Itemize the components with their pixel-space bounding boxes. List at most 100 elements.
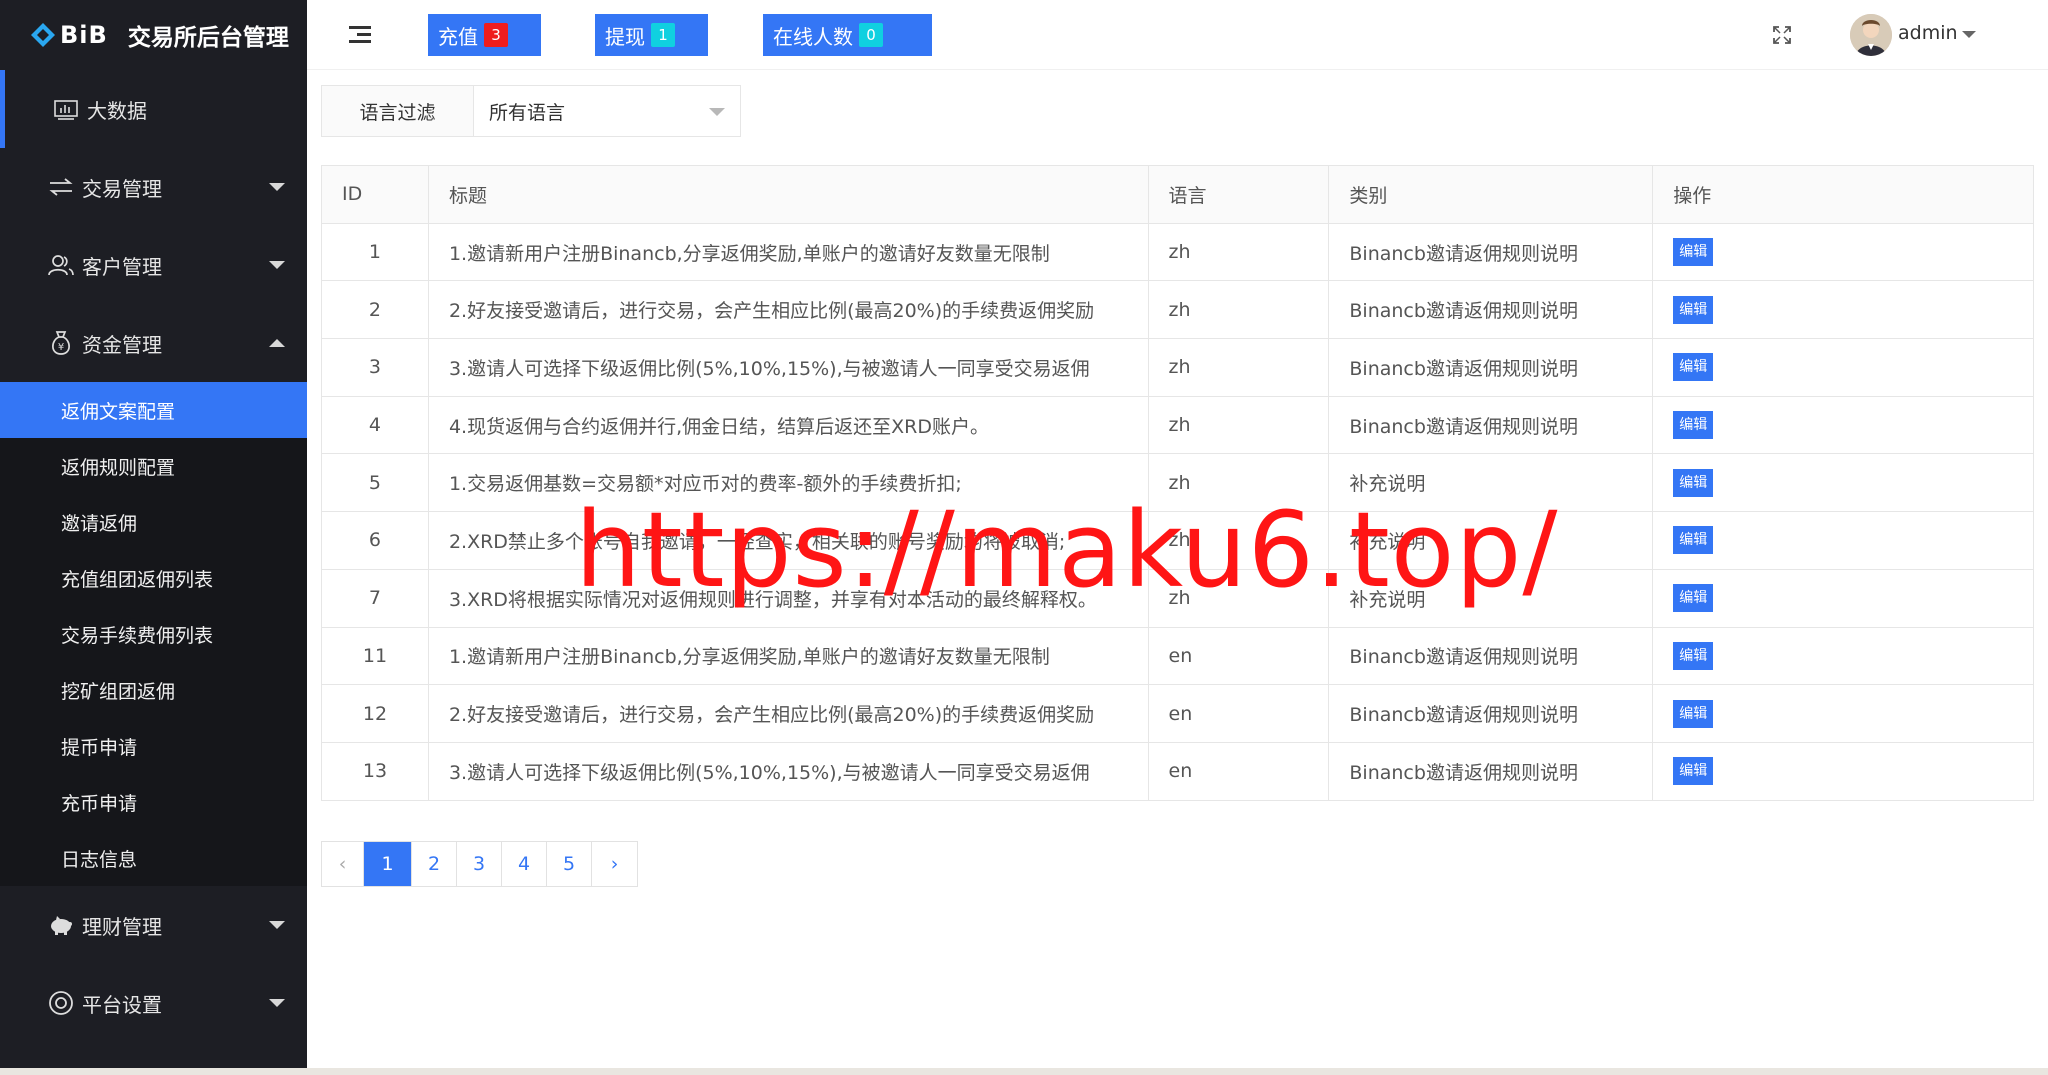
user-menu-chevron-icon[interactable] <box>1962 31 1976 38</box>
deposit-button[interactable]: 充值 3 <box>428 14 541 56</box>
cell-language: zh <box>1147 222 1330 282</box>
chevron-down-icon <box>269 183 285 191</box>
sidebar-group-funds[interactable]: ¥ 资金管理 <box>0 304 307 382</box>
pagination-page-4[interactable]: 4 <box>502 842 547 886</box>
col-header-category: 类别 <box>1328 165 1654 224</box>
sidebar-group-platform-settings[interactable]: 平台设置 <box>0 964 307 1042</box>
sidebar-item-invite-rebate[interactable]: 邀请返佣 <box>0 494 307 550</box>
pagination-page-5[interactable]: 5 <box>547 842 592 886</box>
edit-button[interactable]: 编辑 <box>1673 526 1714 555</box>
cell-id: 4 <box>321 395 429 455</box>
sidebar-item-big-data[interactable]: 大数据 <box>0 70 307 148</box>
edit-button[interactable]: 编辑 <box>1673 295 1714 324</box>
sidebar-item-deposit-request[interactable]: 充币申请 <box>0 774 307 830</box>
cell-actions: 编辑 <box>1652 222 2034 282</box>
sidebar-group-label: 平台设置 <box>82 992 162 1017</box>
sidebar-item-trade-fee-rebate[interactable]: 交易手续费佣列表 <box>0 606 307 662</box>
pagination-page-2[interactable]: 2 <box>412 842 457 886</box>
cell-title: 4.现货返佣与合约返佣并行,佣金日结，结算后返还至XRD账户。 <box>427 395 1149 455</box>
cell-actions: 编辑 <box>1652 568 2034 628</box>
sidebar-group-customers[interactable]: 客户管理 <box>0 226 307 304</box>
online-users-label: 在线人数 <box>773 24 853 49</box>
sidebar-item-deposit-group-rebate[interactable]: 充值组团返佣列表 <box>0 550 307 606</box>
cell-category: Binancb邀请返佣规则说明 <box>1328 684 1654 743</box>
edit-button[interactable]: 编辑 <box>1673 699 1714 728</box>
cell-actions: 编辑 <box>1652 395 2034 455</box>
withdraw-button-label: 提现 <box>605 24 645 49</box>
cell-title: 2.好友接受邀请后，进行交易，会产生相应比例(最高20%)的手续费返佣奖励 <box>427 684 1149 743</box>
sidebar-item-mining-group-rebate[interactable]: 挖矿组团返佣 <box>0 662 307 718</box>
sidebar: BiB 交易所后台管理 大数据 交易管理 客户管理 ¥ 资金管理 返佣文案配置 … <box>0 0 307 1075</box>
cell-actions: 编辑 <box>1652 338 2034 397</box>
logo[interactable]: BiB 交易所后台管理 <box>0 0 307 70</box>
cell-actions: 编辑 <box>1652 280 2034 340</box>
table-row: 12 2.好友接受邀请后，进行交易，会产生相应比例(最高20%)的手续费返佣奖励… <box>321 684 2034 743</box>
cell-title: 1.邀请新用户注册Binancb,分享返佣奖励,单账户的邀请好友数量无限制 <box>427 626 1149 686</box>
cell-id: 5 <box>321 453 429 513</box>
logo-diamond-icon <box>31 23 55 47</box>
monitor-chart-icon <box>53 96 79 122</box>
sidebar-item-rebate-copy-config[interactable]: 返佣文案配置 <box>0 382 307 438</box>
logo-text: BiB <box>60 21 108 49</box>
table-row: 3 3.邀请人可选择下级返佣比例(5%,10%,15%),与被邀请人一同享受交易… <box>321 338 2034 397</box>
col-header-title: 标题 <box>427 165 1149 224</box>
edit-button[interactable]: 编辑 <box>1673 641 1714 670</box>
cell-language: en <box>1147 626 1330 686</box>
cell-category: Binancb邀请返佣规则说明 <box>1328 222 1654 282</box>
sidebar-item-log-info[interactable]: 日志信息 <box>0 830 307 886</box>
cell-actions: 编辑 <box>1652 684 2034 743</box>
cell-category: Binancb邀请返佣规则说明 <box>1328 338 1654 397</box>
edit-button[interactable]: 编辑 <box>1673 757 1714 786</box>
online-users-button[interactable]: 在线人数 0 <box>763 14 932 56</box>
pagination-prev-button[interactable]: ‹ <box>322 842 364 886</box>
edit-button[interactable]: 编辑 <box>1673 468 1714 497</box>
sidebar-group-wealth[interactable]: 理财管理 <box>0 886 307 964</box>
cell-category: Binancb邀请返佣规则说明 <box>1328 395 1654 455</box>
table-row: 11 1.邀请新用户注册Binancb,分享返佣奖励,单账户的邀请好友数量无限制… <box>321 626 2034 686</box>
cell-category: Binancb邀请返佣规则说明 <box>1328 280 1654 340</box>
language-select[interactable]: 所有语言 <box>474 86 740 136</box>
cell-id: 2 <box>321 280 429 340</box>
col-header-actions: 操作 <box>1652 165 2034 224</box>
cell-id: 7 <box>321 568 429 628</box>
rebate-copy-table: ID 标题 语言 类别 操作 1 1.邀请新用户注册Binancb,分享返佣奖励… <box>321 165 2034 801</box>
sidebar-item-rebate-rule-config[interactable]: 返佣规则配置 <box>0 438 307 494</box>
chevron-down-icon <box>269 261 285 269</box>
pagination-next-button[interactable]: › <box>592 842 637 886</box>
cell-id: 1 <box>321 222 429 282</box>
piggy-bank-icon <box>48 912 74 938</box>
cell-category: Binancb邀请返佣规则说明 <box>1328 626 1654 686</box>
pagination-page-1[interactable]: 1 <box>364 842 412 886</box>
sidebar-item-withdraw-request[interactable]: 提币申请 <box>0 718 307 774</box>
cell-actions: 编辑 <box>1652 626 2034 686</box>
app-title: 交易所后台管理 <box>127 25 289 51</box>
edit-button[interactable]: 编辑 <box>1673 353 1714 382</box>
admin-username[interactable]: admin <box>1898 22 1958 44</box>
cell-actions: 编辑 <box>1652 511 2034 570</box>
edit-button[interactable]: 编辑 <box>1673 584 1714 613</box>
edit-button[interactable]: 编辑 <box>1673 238 1714 267</box>
table-row: 4 4.现货返佣与合约返佣并行,佣金日结，结算后返还至XRD账户。 zh Bin… <box>321 395 2034 455</box>
deposit-button-label: 充值 <box>438 24 478 49</box>
sidebar-group-trade[interactable]: 交易管理 <box>0 148 307 226</box>
edit-button[interactable]: 编辑 <box>1673 411 1714 440</box>
cell-category: Binancb邀请返佣规则说明 <box>1328 741 1654 801</box>
table-row: 2 2.好友接受邀请后，进行交易，会产生相应比例(最高20%)的手续费返佣奖励 … <box>321 280 2034 340</box>
cell-id: 6 <box>321 511 429 570</box>
chevron-up-icon <box>269 339 285 347</box>
menu-toggle-icon[interactable] <box>349 26 371 44</box>
avatar[interactable] <box>1850 14 1892 56</box>
fullscreen-icon[interactable] <box>1772 25 1792 45</box>
cell-language: zh <box>1147 338 1330 397</box>
table-row: 1 1.邀请新用户注册Binancb,分享返佣奖励,单账户的邀请好友数量无限制 … <box>321 222 2034 282</box>
cell-id: 11 <box>321 626 429 686</box>
cell-language: zh <box>1147 395 1330 455</box>
col-header-id: ID <box>321 165 429 224</box>
cell-title: 2.好友接受邀请后，进行交易，会产生相应比例(最高20%)的手续费返佣奖励 <box>427 280 1149 340</box>
cell-language: zh <box>1147 280 1330 340</box>
cell-language: en <box>1147 741 1330 801</box>
cell-title: 1.邀请新用户注册Binancb,分享返佣奖励,单账户的邀请好友数量无限制 <box>427 222 1149 282</box>
cell-id: 3 <box>321 338 429 397</box>
withdraw-button[interactable]: 提现 1 <box>595 14 708 56</box>
pagination-page-3[interactable]: 3 <box>457 842 502 886</box>
